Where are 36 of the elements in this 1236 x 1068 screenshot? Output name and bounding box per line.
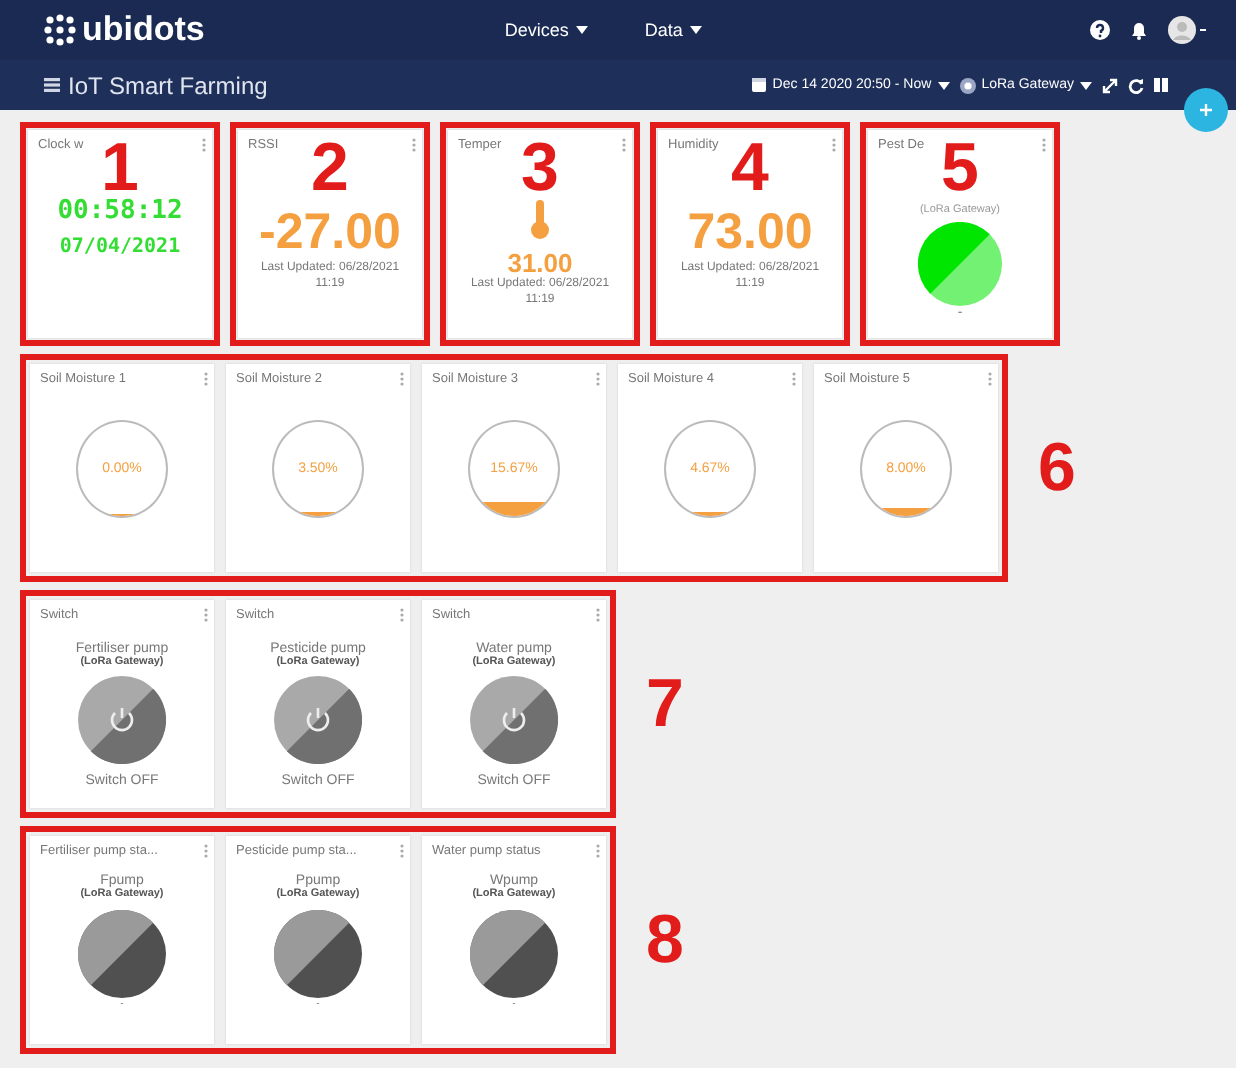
clock-date: 07/04/2021 [59, 236, 181, 258]
add-widget-button[interactable] [1184, 88, 1228, 132]
annotation-number: 6 [1038, 429, 1076, 507]
pause-icon[interactable] [1154, 78, 1168, 92]
caret-icon [690, 26, 703, 34]
temperature-value: 31.00 [507, 248, 573, 278]
caret-icon [576, 26, 589, 34]
thermometer-icon [530, 200, 550, 240]
metric-value: 73.00 [687, 204, 813, 261]
bell-icon[interactable] [1130, 20, 1148, 40]
logo-text: ubidots [82, 10, 205, 50]
power-switch[interactable] [78, 676, 166, 764]
caret-icon [1080, 81, 1092, 89]
calendar-icon [752, 78, 767, 92]
help-icon[interactable] [1090, 20, 1110, 40]
menu-icon[interactable] [44, 78, 60, 92]
refresh-icon[interactable] [1128, 77, 1144, 93]
dashboard-title: IoT Smart Farming [68, 71, 268, 99]
nav-menu[interactable]: Data [644, 20, 703, 40]
device-icon [959, 77, 976, 93]
power-switch[interactable] [470, 676, 558, 764]
plus-icon [1200, 104, 1212, 116]
avatar-icon[interactable] [1168, 16, 1208, 44]
expand-icon[interactable] [1102, 77, 1118, 93]
clock-time: 00:58:12 [57, 196, 183, 226]
caret-icon [937, 81, 950, 89]
annotation-number: 3 [521, 134, 559, 202]
dots-logo-icon [44, 14, 76, 46]
annotation-number: 8 [646, 901, 684, 979]
annotation-number: 5 [941, 134, 979, 202]
metric-value: -27.00 [259, 204, 401, 261]
annotation-number: 2 [311, 134, 349, 202]
annotation-number: 4 [731, 134, 769, 202]
nav-menu[interactable]: Devices [504, 20, 589, 40]
power-switch[interactable] [274, 676, 362, 764]
annotation-number: 7 [646, 665, 684, 743]
